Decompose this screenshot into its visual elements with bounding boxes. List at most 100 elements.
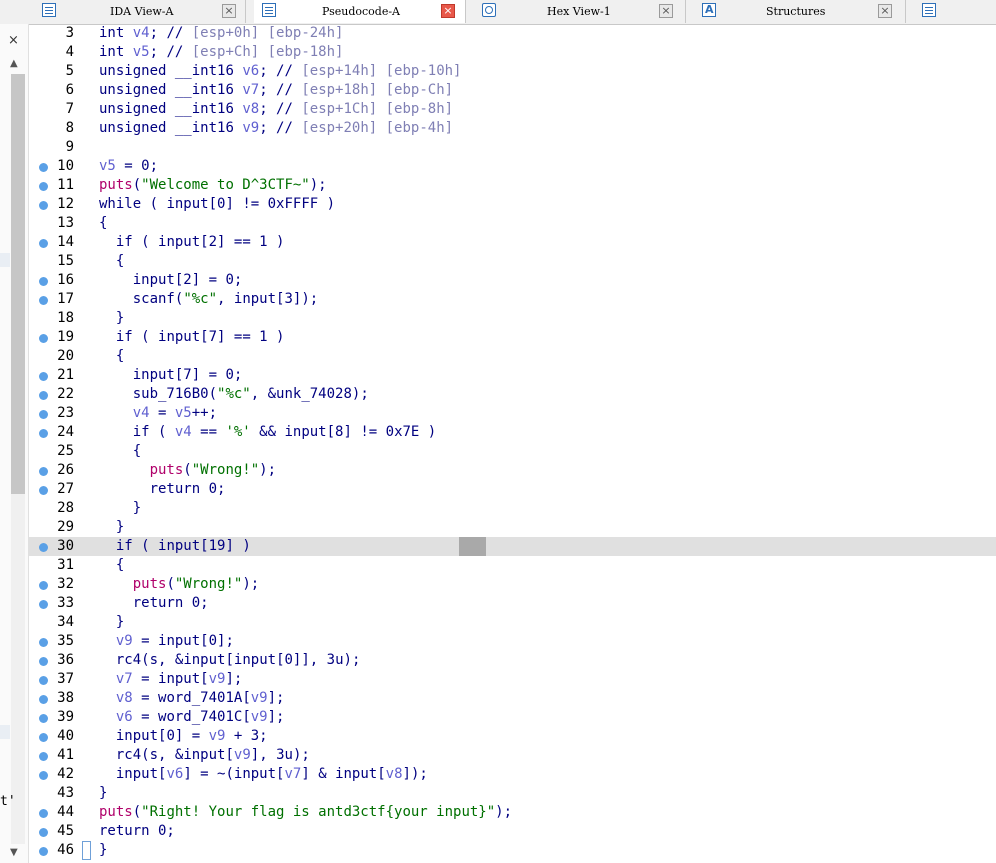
- code-text: {: [99, 215, 108, 231]
- code-line[interactable]: 15 {: [28, 252, 996, 271]
- code-line[interactable]: 22 sub_716B0("%c", &unk_74028);: [28, 385, 996, 404]
- line-number: 38: [57, 690, 74, 706]
- close-icon[interactable]: ×: [222, 4, 236, 18]
- code-line[interactable]: 40 input[0] = v9 + 3;: [28, 727, 996, 746]
- code-line[interactable]: 11 puts("Welcome to D^3CTF~");: [28, 176, 996, 195]
- scroll-down-icon[interactable]: ▼: [10, 847, 18, 858]
- code-text: input[v6] = ~(input[v7] & input[v8]);: [115, 766, 428, 782]
- code-line[interactable]: 36 rc4(s, &input[input[0]], 3u);: [28, 651, 996, 670]
- code-line[interactable]: 21 input[7] = 0;: [28, 366, 996, 385]
- line-number: 18: [57, 310, 74, 326]
- code-text: if ( input[2] == 1 ): [115, 234, 285, 250]
- code-line[interactable]: 10 v5 = 0;: [28, 157, 996, 176]
- text-cursor-block: [459, 537, 486, 556]
- tab-pseudocode-a[interactable]: Pseudocode-A ×: [254, 0, 466, 23]
- pseudocode-view[interactable]: 3 int v4; // [esp+0h] [ebp-24h] 4 int v5; /…: [28, 24, 996, 863]
- code-line[interactable]: 42 input[v6] = ~(input[v7] & input[v8]);: [28, 765, 996, 784]
- code-line[interactable]: 23 v4 = v5++;: [28, 404, 996, 423]
- line-number: 7: [65, 101, 74, 117]
- line-number: 9: [65, 139, 74, 155]
- code-line[interactable]: 3 int v4; // [esp+0h] [ebp-24h]: [28, 24, 996, 43]
- code-line[interactable]: 39 v6 = word_7401C[v9];: [28, 708, 996, 727]
- line-number: 17: [57, 291, 74, 307]
- code-text: input[2] = 0;: [132, 272, 243, 288]
- code-line[interactable]: 17 scanf("%c", input[3]);: [28, 290, 996, 309]
- line-number: 10: [57, 158, 74, 174]
- close-icon[interactable]: ×: [878, 4, 892, 18]
- code-line[interactable]: 25 {: [28, 442, 996, 461]
- line-number: 29: [57, 519, 74, 535]
- code-line[interactable]: 38 v8 = word_7401A[v9];: [28, 689, 996, 708]
- code-line[interactable]: 16 input[2] = 0;: [28, 271, 996, 290]
- code-line[interactable]: 32 puts("Wrong!");: [28, 575, 996, 594]
- line-number: 19: [57, 329, 74, 345]
- code-text: }: [99, 310, 125, 326]
- code-text: v8 = word_7401A[v9];: [115, 690, 285, 706]
- scrollbar-thumb[interactable]: [11, 74, 25, 494]
- code-line[interactable]: 30 if ( input[19] ): [28, 537, 996, 556]
- tab-more[interactable]: [914, 0, 944, 23]
- code-line[interactable]: 19 if ( input[7] == 1 ): [28, 328, 996, 347]
- line-number: 26: [57, 462, 74, 478]
- line-number: 15: [57, 253, 74, 269]
- code-line[interactable]: 29 }: [28, 518, 996, 537]
- code-line[interactable]: 46}: [28, 841, 996, 860]
- close-icon[interactable]: ×: [8, 33, 19, 48]
- code-line[interactable]: 5 unsigned __int16 v6; // [esp+14h] [ebp-…: [28, 62, 996, 81]
- code-line[interactable]: 37 v7 = input[v9];: [28, 670, 996, 689]
- code-line[interactable]: 6 unsigned __int16 v7; // [esp+18h] [ebp-…: [28, 81, 996, 100]
- line-number: 11: [57, 177, 74, 193]
- code-text: }: [99, 842, 108, 858]
- code-line[interactable]: 44 puts("Right! Your flag is antd3ctf{you…: [28, 803, 996, 822]
- line-number: 4: [65, 44, 74, 60]
- code-line[interactable]: 35 v9 = input[0];: [28, 632, 996, 651]
- code-line[interactable]: 8 unsigned __int16 v9; // [esp+20h] [ebp-…: [28, 119, 996, 138]
- tab-structures[interactable]: Structures ×: [694, 0, 906, 23]
- tab-label: Pseudocode-A: [322, 5, 401, 18]
- code-line[interactable]: 41 rc4(s, &input[v9], 3u);: [28, 746, 996, 765]
- code-line[interactable]: 14 if ( input[2] == 1 ): [28, 233, 996, 252]
- close-icon[interactable]: ×: [659, 4, 673, 18]
- code-text: {: [99, 348, 125, 364]
- code-line[interactable]: 9: [28, 138, 996, 157]
- code-text: while ( input[0] != 0xFFFF ): [99, 196, 336, 212]
- line-number: 23: [57, 405, 74, 421]
- code-line[interactable]: 13 {: [28, 214, 996, 233]
- code-line[interactable]: 18 }: [28, 309, 996, 328]
- code-line[interactable]: 45 return 0;: [28, 822, 996, 841]
- tab-hex-view-1[interactable]: Hex View-1 ×: [474, 0, 686, 23]
- code-line[interactable]: 43}: [28, 784, 996, 803]
- code-line[interactable]: 7 unsigned __int16 v8; // [esp+1Ch] [ebp-…: [28, 100, 996, 119]
- scroll-up-icon[interactable]: ▲: [10, 58, 18, 69]
- code-line[interactable]: 4 int v5; // [esp+Ch] [ebp-18h]: [28, 43, 996, 62]
- code-line[interactable]: 34 }: [28, 613, 996, 632]
- line-number: 39: [57, 709, 74, 725]
- line-number: 44: [57, 804, 74, 820]
- code-line[interactable]: 12 while ( input[0] != 0xFFFF ): [28, 195, 996, 214]
- code-text: input[0] = v9 + 3;: [115, 728, 268, 744]
- code-line[interactable]: 26 puts("Wrong!");: [28, 461, 996, 480]
- code-line[interactable]: 28 }: [28, 499, 996, 518]
- code-line[interactable]: 20 {: [28, 347, 996, 366]
- code-text: scanf("%c", input[3]);: [132, 291, 319, 307]
- line-number: 3: [65, 25, 74, 41]
- code-text: unsigned __int16 v6; // [esp+14h] [ebp-1…: [99, 63, 462, 79]
- line-number: 31: [57, 557, 74, 573]
- panel-row-marker: [0, 253, 10, 267]
- panel-row-marker: [0, 725, 10, 739]
- listing-icon: [42, 3, 56, 17]
- code-text: rc4(s, &input[v9], 3u);: [115, 747, 310, 763]
- code-text: if ( v4 == '%' && input[8] != 0x7E ): [132, 424, 437, 440]
- brace-match-box: [82, 841, 91, 860]
- line-number: 27: [57, 481, 74, 497]
- code-text: sub_716B0("%c", &unk_74028);: [132, 386, 369, 402]
- close-icon[interactable]: ×: [441, 4, 455, 18]
- code-line[interactable]: 33 return 0;: [28, 594, 996, 613]
- code-line[interactable]: 24 if ( v4 == '%' && input[8] != 0x7E ): [28, 423, 996, 442]
- code-line[interactable]: 27 return 0;: [28, 480, 996, 499]
- code-text: }: [99, 785, 108, 801]
- tab-bar: IDA View-A × Pseudocode-A × Hex View-1 ×…: [0, 0, 996, 25]
- code-line[interactable]: 31 {: [28, 556, 996, 575]
- tab-ida-view-a[interactable]: IDA View-A ×: [34, 0, 246, 23]
- code-text: v7 = input[v9];: [115, 671, 243, 687]
